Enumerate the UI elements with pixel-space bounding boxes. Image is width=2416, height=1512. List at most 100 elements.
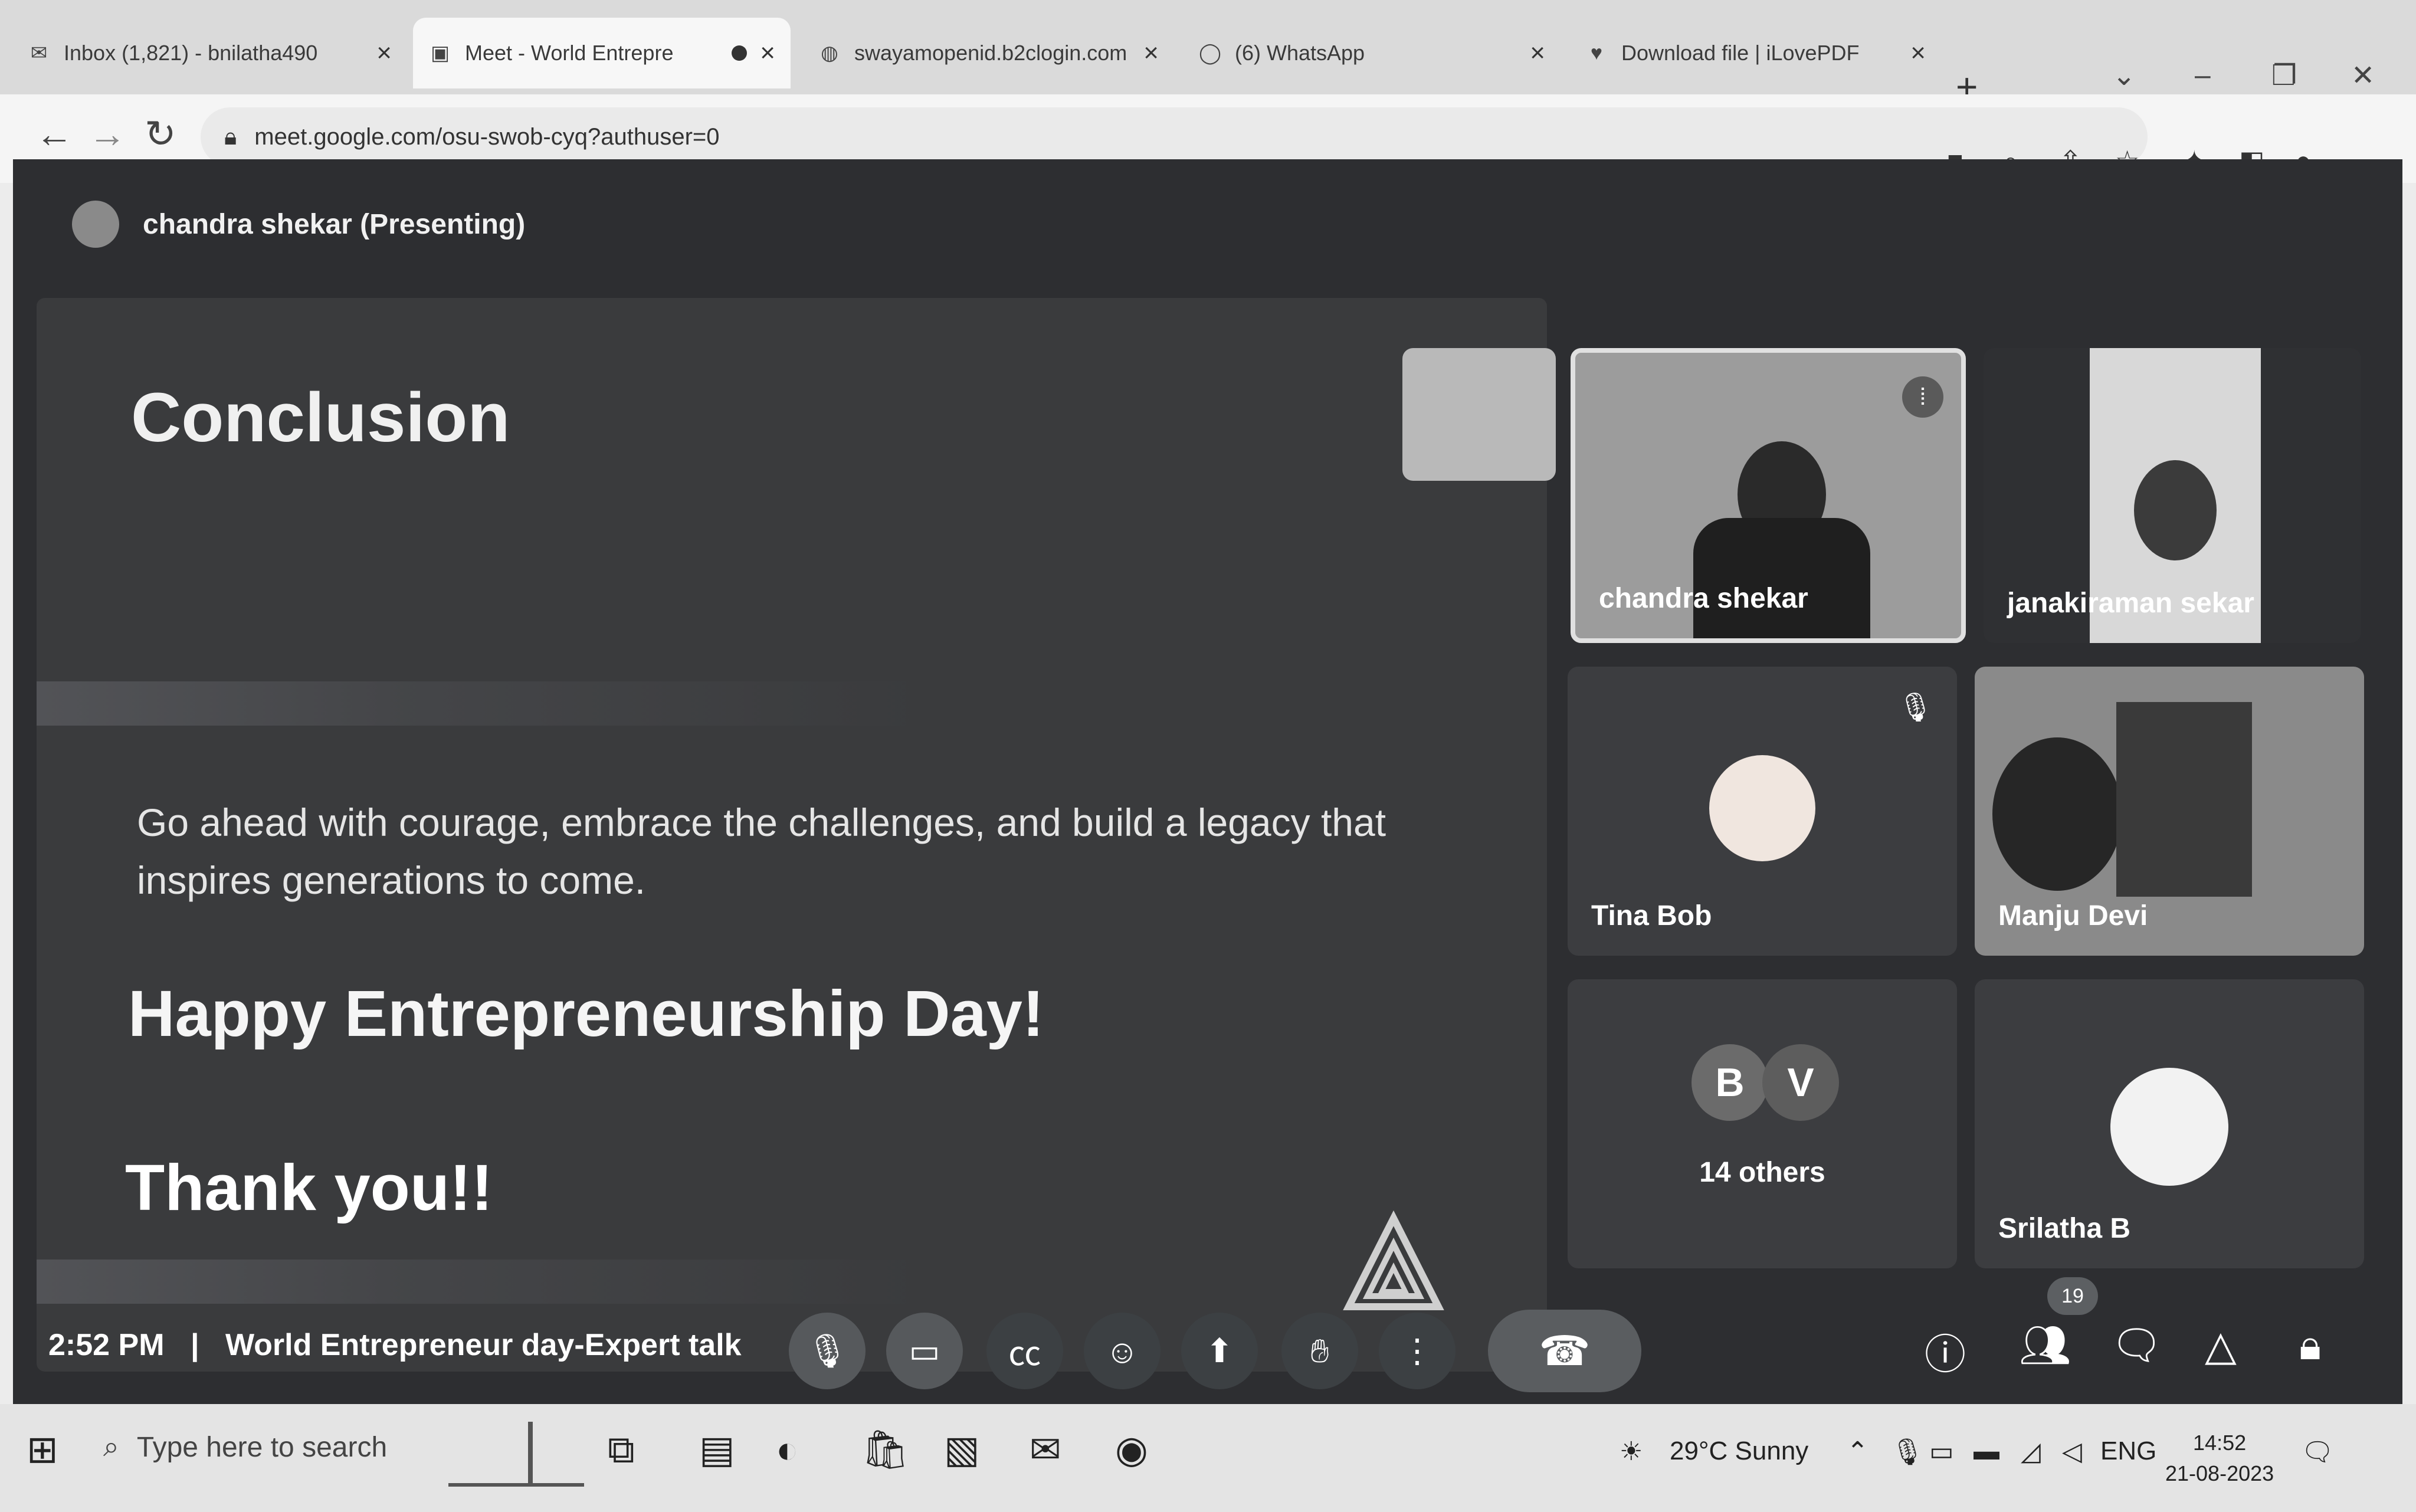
mail-icon[interactable]: ✉ [1030,1428,1061,1472]
taskbar-clock[interactable]: 14:52 21-08-2023 [2165,1428,2274,1489]
store-icon[interactable]: 🛍︎ [861,1428,909,1472]
participant-name: Manju Devi [1998,900,2148,932]
raise-hand-button[interactable]: ✋︎ [1281,1313,1358,1389]
tab-meet[interactable]: ▣ Meet - World Entrepre × [413,18,791,88]
meeting-info-icon[interactable]: ⓘ [1925,1321,1966,1381]
decorative-band [37,681,922,726]
display-icon[interactable]: ▭ [1929,1436,1954,1467]
participant-avatar [1709,755,1815,861]
close-icon[interactable]: × [1910,38,1926,68]
volume-icon[interactable]: ◁ [2062,1436,2082,1467]
network-icon[interactable]: ◿ [2021,1436,2041,1467]
mic-toggle-button[interactable]: 🎙︎ [789,1313,866,1389]
bridge-deck [448,1483,584,1487]
mic-off-icon: 🎙︎ [806,1332,848,1369]
presenter-header: chandra shekar (Presenting) [72,201,525,248]
slide-greeting: Happy Entrepreneurship Day! [128,978,1044,1050]
presenter-label: chandra shekar (Presenting) [143,208,526,240]
screen: ✉ Inbox (1,821) - bnilatha490 × ▣ Meet -… [0,0,2416,1512]
meet-control-bar: 2:52 PM | World Entrepreneur day-Expert … [13,1268,2402,1404]
participant-tile[interactable]: 🎙︎ Tina Bob [1568,667,1957,956]
self-view-thumbnail[interactable] [1402,348,1556,481]
task-view-icon[interactable]: ⧉ [608,1428,635,1472]
clock-time: 14:52 [2193,1431,2247,1455]
recording-dot-icon [732,45,748,61]
chrome-icon[interactable]: ◉ [1115,1428,1148,1472]
meeting-info: 2:52 PM | World Entrepreneur day-Expert … [48,1327,742,1363]
others-avatar: V [1762,1044,1839,1121]
participant-video [2134,460,2217,560]
chevron-down-icon[interactable]: ⌄ [2112,59,2136,92]
close-icon[interactable]: × [1530,38,1545,68]
chat-icon[interactable]: 🗨︎ [2110,1321,2163,1370]
bridge-tower [528,1422,533,1487]
present-screen-icon: ⬆ [1205,1332,1234,1369]
tab-ilovepdf[interactable]: ♥ Download file | iLovePDF × [1569,18,1941,88]
back-icon[interactable]: ← [35,112,73,156]
tab-label: swayamopenid.b2clogin.com [854,41,1127,65]
activities-icon[interactable]: △ [2205,1321,2237,1370]
tab-label: Download file | iLovePDF [1621,41,1860,65]
camera-toggle-button[interactable]: ▭ [886,1313,963,1389]
people-icon[interactable]: 👥︎ [2019,1321,2071,1370]
edge-icon[interactable]: ◐ [776,1428,799,1471]
others-count: 14 others [1699,1157,1825,1188]
tab-label: (6) WhatsApp [1235,41,1365,65]
clock-date: 21-08-2023 [2165,1461,2274,1485]
tab-whatsapp[interactable]: ◯ (6) WhatsApp × [1183,18,1561,88]
tab-swayam[interactable]: ◍ swayamopenid.b2clogin.com × [802,18,1174,88]
app-icon[interactable]: ▧ [944,1428,979,1472]
reactions-button[interactable]: ☺ [1084,1313,1161,1389]
host-controls-icon[interactable]: 🔒︎ [2299,1321,2321,1370]
close-icon[interactable]: × [376,38,392,68]
participant-avatar [2110,1068,2228,1186]
participant-name: Tina Bob [1591,900,1712,932]
more-options-button[interactable]: ⋮ [1379,1313,1455,1389]
presentation-slide: Conclusion Go ahead with courage, embrac… [37,298,1547,1372]
microphone-icon[interactable]: 🎙︎ [1891,1436,1924,1467]
url-text: meet.google.com/osu-swob-cyq?authuser=0 [254,123,720,150]
browser-tab-strip: ✉ Inbox (1,821) - bnilatha490 × ▣ Meet -… [0,0,2416,108]
reload-icon[interactable]: ↻ [145,112,176,156]
participant-name: chandra shekar [1599,583,1808,614]
participant-tile[interactable]: janakiraman sekar [1984,348,2361,643]
search-highlight-image [448,1416,584,1498]
present-button[interactable]: ⬆ [1181,1313,1258,1389]
notifications-icon[interactable]: 🗨︎ [2301,1436,2334,1467]
omnibox[interactable]: 🔒︎ meet.google.com/osu-swob-cyq?authuser… [201,107,2148,166]
participant-video [1992,737,2122,891]
slide-body-text: Go ahead with courage, embrace the chall… [137,801,1386,902]
tab-gmail[interactable]: ✉ Inbox (1,821) - bnilatha490 × [12,18,407,88]
restore-icon[interactable]: ❐ [2271,59,2297,92]
taskbar-search[interactable]: ⌕ Type here to search [103,1431,387,1464]
battery-icon[interactable]: ▬ [1974,1436,1999,1466]
chevron-up-icon[interactable]: ⌃ [1847,1436,1868,1467]
hand-icon: ✋︎ [1310,1331,1329,1369]
widgets-icon[interactable]: ▤ [699,1428,735,1472]
speaking-indicator-icon: ⦙ [1902,376,1943,418]
tab-label: Inbox (1,821) - bnilatha490 [64,41,318,65]
close-icon[interactable]: × [760,38,775,68]
more-vertical-icon: ⋮ [1401,1332,1434,1369]
windows-start-icon[interactable]: ⊞ [27,1428,58,1472]
forward-icon[interactable]: → [88,112,126,156]
others-tile[interactable]: B V 14 others [1568,979,1957,1268]
close-window-icon[interactable]: ✕ [2351,59,2375,92]
divider: | [190,1328,199,1362]
participant-tile[interactable]: ⦙ chandra shekar [1571,348,1966,643]
minimize-icon[interactable]: – [2195,59,2211,91]
participant-tile[interactable]: Manju Devi [1975,667,2364,956]
language-indicator[interactable]: ENG [2100,1436,2156,1466]
captions-button[interactable]: ㏄ [986,1313,1063,1389]
search-placeholder: Type here to search [136,1431,388,1463]
meet-icon: ▣ [430,42,450,64]
leave-call-button[interactable]: ☎ [1488,1310,1641,1392]
slide-heading: Conclusion [131,379,510,457]
presenter-avatar [72,201,119,248]
meeting-time: 2:52 PM [48,1328,165,1362]
participant-tile[interactable]: Srilatha B [1975,979,2364,1268]
whatsapp-icon: ◯ [1198,42,1222,64]
participant-name: janakiraman sekar [2007,588,2254,619]
close-icon[interactable]: × [1143,38,1159,68]
weather-text: 29°C Sunny [1670,1436,1809,1465]
